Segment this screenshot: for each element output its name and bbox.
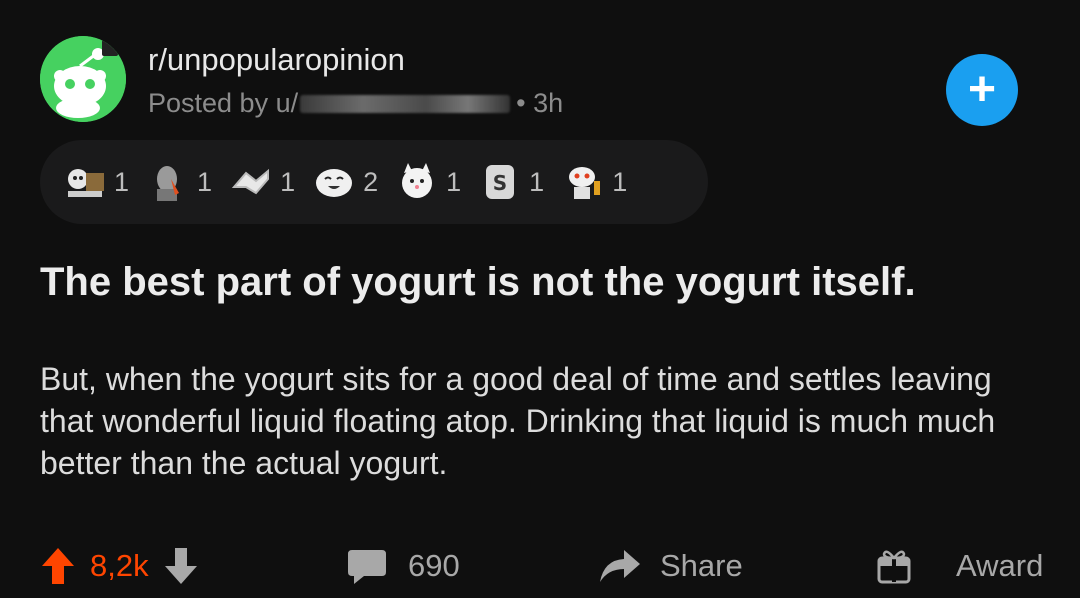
- post-meta: Posted by u/ • 3h: [148, 88, 563, 119]
- comment-count: 690: [408, 548, 460, 583]
- award-count: 1: [446, 166, 462, 197]
- share-icon: [598, 546, 642, 586]
- awards-bar[interactable]: 1 1 1 2 1 S 1 1: [40, 140, 708, 224]
- award-button[interactable]: Award: [876, 538, 1043, 594]
- award-item: 1: [560, 159, 627, 205]
- award-item: 1: [62, 159, 129, 205]
- upvote-icon[interactable]: [40, 546, 76, 586]
- award-item: 1: [394, 159, 461, 205]
- award-count: 1: [197, 166, 213, 197]
- award-item: 1: [228, 159, 295, 205]
- post-header: r/unpopularopinion Posted by u/ • 3h +: [40, 34, 1040, 126]
- award-count: 1: [612, 166, 628, 197]
- laughing-award-icon: [311, 159, 357, 205]
- action-bar: 8,2k 690 Share Award: [0, 538, 1080, 594]
- award-item: S 1: [477, 159, 544, 205]
- gift-icon: [876, 546, 912, 586]
- wholesome-award-icon: [62, 159, 108, 205]
- posted-by-label[interactable]: Posted by u/: [148, 88, 298, 119]
- comment-icon: [346, 546, 388, 586]
- post-time: • 3h: [516, 88, 564, 118]
- downvote-icon[interactable]: [163, 546, 199, 586]
- award-item: 1: [145, 159, 212, 205]
- award-count: 1: [529, 166, 545, 197]
- award-label: Award: [956, 548, 1044, 583]
- vote-group: 8,2k: [40, 538, 199, 594]
- share-label: Share: [660, 548, 743, 583]
- facepalm-award-icon: [145, 159, 191, 205]
- silver-award-icon: S: [477, 159, 523, 205]
- subreddit-avatar-icon[interactable]: [40, 36, 126, 122]
- svg-text:S: S: [493, 171, 507, 195]
- handshake-award-icon: [228, 159, 274, 205]
- award-count: 1: [280, 166, 296, 197]
- snoo-cheers-award-icon: [560, 159, 606, 205]
- cat-award-icon: [394, 159, 440, 205]
- award-item: 2: [311, 159, 378, 205]
- join-button[interactable]: +: [946, 54, 1018, 126]
- comments-button[interactable]: 690: [346, 538, 460, 594]
- share-button[interactable]: Share: [598, 538, 743, 594]
- subreddit-name[interactable]: r/unpopularopinion: [148, 42, 405, 78]
- vote-count: 8,2k: [90, 548, 149, 583]
- redacted-username: [300, 94, 511, 113]
- post-title[interactable]: The best part of yogurt is not the yogur…: [40, 256, 1040, 308]
- award-count: 1: [114, 166, 130, 197]
- post-body: But, when the yogurt sits for a good dea…: [40, 361, 996, 481]
- award-count: 2: [363, 166, 379, 197]
